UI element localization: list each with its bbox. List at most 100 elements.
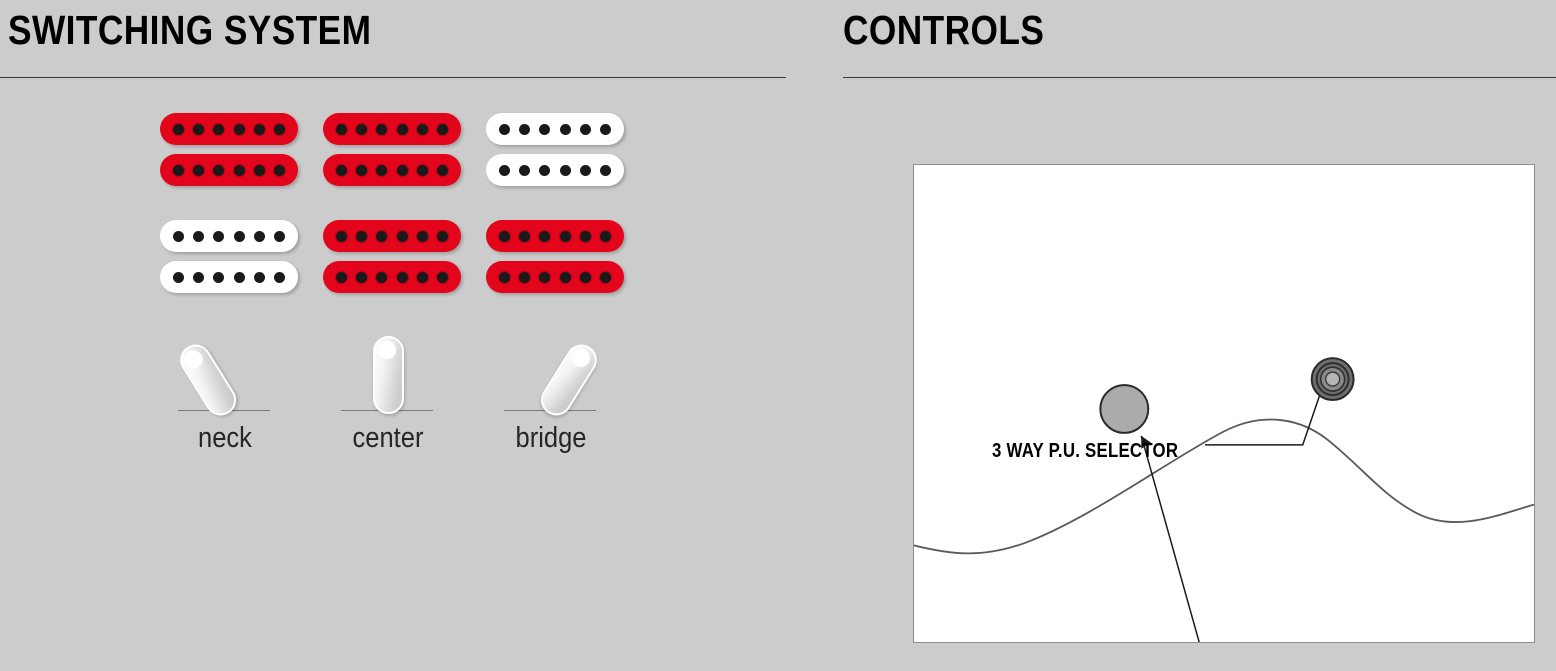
divider-switching [0,77,786,78]
pickup-coil-top [160,113,298,145]
pickup-coil-top [486,220,624,252]
switch-position-neck[interactable]: neck [150,330,300,460]
pole-piece [559,271,571,283]
pole-piece [193,271,205,283]
pole-piece [193,230,205,242]
switch-label-bridge: bridge [515,422,587,454]
pole-piece [233,123,245,135]
pole-piece [416,164,428,176]
switch-position-bridge[interactable]: bridge [476,330,626,460]
pickup-coil-bottom [323,261,461,293]
pole-piece [356,123,368,135]
pole-piece [539,164,551,176]
pickup-coil-top [486,113,624,145]
page-title-controls: CONTROLS [843,7,1045,53]
pole-piece [416,271,428,283]
pole-piece [273,164,285,176]
pole-piece [273,123,285,135]
pole-piece [336,230,347,242]
pole-piece [539,123,551,135]
pole-piece [599,123,611,135]
pole-piece [436,164,448,176]
pole-piece [376,271,388,283]
pickup-bridge-position-neck-slot [486,113,624,186]
pole-piece [253,271,265,283]
pole-piece [519,271,531,283]
pickup-neck-position-bridge-slot [160,220,298,293]
pole-piece [336,271,347,283]
pole-piece [273,271,285,283]
switch-lever-icon[interactable] [535,338,603,422]
switch-lever-icon[interactable] [373,336,404,414]
volume-knob-graphic [1099,384,1150,434]
page-root: SWITCHING SYSTEM CONTROLS neck center br… [0,0,1556,671]
controls-diagram-panel: 3 WAY P.U. SELECTOR VOLUME [913,164,1535,643]
pickup-coil-bottom [486,261,624,293]
pole-piece [499,271,510,283]
pole-piece [336,123,347,135]
pickup-center-position-bridge-slot [323,220,461,293]
pole-piece [193,123,205,135]
switch-knob-highlight [568,345,594,371]
pickup-bridge-position-bridge-slot [486,220,624,293]
pole-piece [436,123,448,135]
pole-piece [579,230,591,242]
pole-piece [559,123,571,135]
pole-piece [436,271,448,283]
pole-piece [253,164,265,176]
pole-piece [579,123,591,135]
pickup-state-grid [160,113,640,303]
pole-piece [396,164,408,176]
switch-position-center[interactable]: center [313,330,463,460]
controls-diagram-svg [914,356,1534,642]
pickup-coil-top [323,220,461,252]
switch-position-row: neck center bridge [160,330,640,460]
pickup-coil-top [323,113,461,145]
switch-knob-highlight [378,341,396,359]
divider-controls [843,77,1556,78]
switch-lever-icon[interactable] [174,338,242,422]
pole-piece [436,230,448,242]
pole-piece [416,230,428,242]
pole-piece [376,164,388,176]
pole-piece [213,271,225,283]
pickup-coil-bottom [323,154,461,186]
pole-piece [376,123,388,135]
leader-line-volume [1140,435,1200,642]
pole-piece [356,271,368,283]
pole-piece [519,230,531,242]
pole-piece [499,123,510,135]
pickup-selector-knob-graphic [1310,357,1355,402]
pole-piece [213,230,225,242]
pole-piece [253,230,265,242]
switch-lever-graphic-center [313,330,463,416]
pickup-center-position-neck-slot [323,113,461,186]
pole-piece [396,123,408,135]
pole-piece [173,164,184,176]
pole-piece [173,230,184,242]
pole-piece [519,123,531,135]
switch-lever-graphic-neck [150,330,300,422]
pole-piece [193,164,205,176]
pole-piece [213,123,225,135]
pole-piece [559,230,571,242]
pole-piece [336,164,347,176]
pole-piece [253,123,265,135]
pole-piece [173,271,184,283]
pole-piece [396,230,408,242]
pole-piece [233,271,245,283]
pole-piece [233,230,245,242]
pole-piece [559,164,571,176]
pickup-coil-bottom [486,154,624,186]
switch-knob-highlight [181,347,207,372]
pole-piece [519,164,531,176]
pole-piece [499,164,510,176]
pickup-coil-top [160,220,298,252]
pole-piece [599,271,611,283]
pole-piece [173,123,184,135]
pole-piece [499,230,510,242]
page-title-switching-system: SWITCHING SYSTEM [8,7,372,53]
pickup-coil-bottom [160,261,298,293]
pole-piece [599,230,611,242]
pickup-coil-bottom [160,154,298,186]
